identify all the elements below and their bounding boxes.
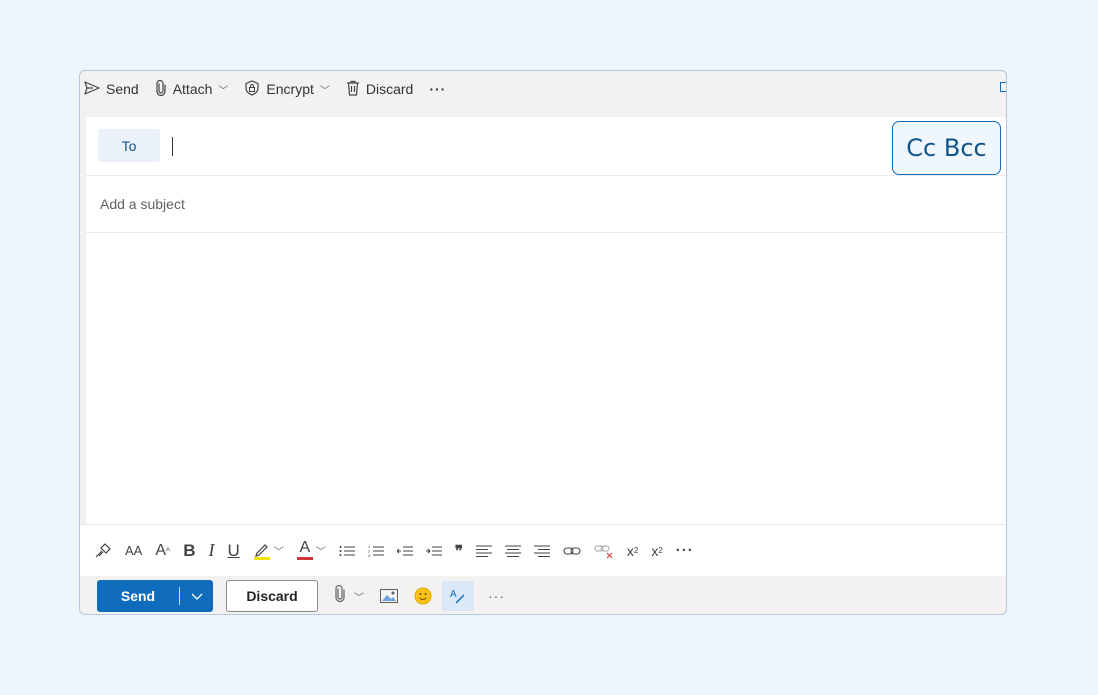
paperclip-icon bbox=[334, 584, 346, 608]
align-right-button[interactable] bbox=[533, 539, 550, 563]
to-button[interactable]: To bbox=[98, 129, 160, 162]
font-color-label: A bbox=[299, 539, 311, 556]
compose-card: To Cc Bcc bbox=[86, 117, 1006, 524]
chevron-down-icon: ﹀ bbox=[319, 85, 330, 97]
font-size-label: AA bbox=[125, 543, 143, 558]
superscript-button[interactable]: x2 bbox=[627, 539, 638, 563]
more-formatting-button[interactable]: ··· bbox=[676, 539, 694, 563]
font-color-button[interactable]: A ﹀ bbox=[296, 539, 326, 563]
send-top-label: Send bbox=[106, 81, 139, 97]
svg-text:3: 3 bbox=[368, 553, 371, 558]
bold-button[interactable]: B bbox=[183, 539, 195, 563]
paperclip-icon bbox=[155, 79, 167, 99]
send-divider bbox=[179, 587, 180, 605]
svg-text:A: A bbox=[450, 589, 457, 600]
more-actions-button[interactable]: ··· bbox=[488, 581, 505, 611]
send-top-button[interactable]: Send bbox=[84, 80, 139, 98]
superscript-label: x bbox=[626, 542, 634, 559]
cc-bcc-button[interactable]: Cc Bcc bbox=[892, 121, 1001, 175]
decrease-indent-button[interactable] bbox=[396, 539, 413, 563]
send-options-button[interactable] bbox=[180, 580, 213, 612]
send-split-button: Send bbox=[97, 580, 213, 612]
insert-picture-icon[interactable] bbox=[380, 581, 398, 611]
shield-lock-icon bbox=[244, 79, 260, 99]
encrypt-label: Encrypt bbox=[266, 81, 314, 97]
message-body[interactable] bbox=[86, 233, 1006, 523]
attach-file-button[interactable]: ﹀ bbox=[334, 581, 364, 611]
encrypt-button[interactable]: Encrypt ﹀ bbox=[244, 79, 330, 99]
remove-link-icon[interactable] bbox=[594, 539, 614, 563]
editor-icon[interactable]: A bbox=[442, 581, 474, 611]
font-color-icon: A bbox=[296, 539, 313, 560]
formatting-toolbar: AA A ^ B I U ﹀ A ﹀ 1 2 3 ❞ x 2 x 2 ··· bbox=[80, 524, 1006, 576]
chevron-down-icon: ﹀ bbox=[218, 85, 229, 97]
chevron-down-icon: ﹀ bbox=[354, 592, 364, 604]
to-field[interactable] bbox=[176, 127, 880, 165]
bullets-button[interactable] bbox=[339, 539, 355, 563]
subject-field[interactable] bbox=[98, 191, 902, 217]
numbering-button[interactable]: 123 bbox=[368, 539, 384, 563]
align-left-button[interactable] bbox=[475, 539, 492, 563]
quote-button[interactable]: ❞ bbox=[455, 539, 463, 563]
chevron-down-icon: ﹀ bbox=[273, 547, 284, 558]
emoji-icon[interactable] bbox=[414, 581, 432, 611]
caret-up-icon: ^ bbox=[166, 545, 171, 556]
align-center-button[interactable] bbox=[504, 539, 521, 563]
format-painter-icon[interactable] bbox=[94, 539, 112, 563]
grow-font-button[interactable]: A ^ bbox=[155, 539, 170, 563]
quote-label: ❞ bbox=[454, 542, 463, 560]
discard-button[interactable]: Discard bbox=[226, 580, 318, 612]
highlight-button[interactable]: ﹀ bbox=[253, 539, 284, 563]
subscript-label: x bbox=[651, 542, 659, 559]
increase-indent-button[interactable] bbox=[425, 539, 442, 563]
popout-icon[interactable] bbox=[1000, 82, 1006, 92]
attach-label: Attach bbox=[172, 81, 213, 97]
send-icon bbox=[84, 80, 100, 98]
to-row: To Cc Bcc bbox=[86, 117, 1006, 176]
chevron-down-icon: ﹀ bbox=[315, 547, 326, 558]
chevron-down-icon bbox=[191, 589, 203, 604]
text-caret bbox=[172, 137, 173, 156]
italic-button[interactable]: I bbox=[209, 539, 215, 563]
italic-label: I bbox=[208, 540, 215, 560]
insert-link-icon[interactable] bbox=[563, 539, 581, 563]
bold-label: B bbox=[183, 540, 196, 560]
subject-row bbox=[86, 175, 1006, 233]
underline-button[interactable]: U bbox=[228, 539, 240, 563]
compose-window: Send Attach ﹀ Encrypt ﹀ Discard ··· To C… bbox=[79, 70, 1007, 615]
more-options-button[interactable]: ··· bbox=[429, 81, 446, 97]
font-size-button[interactable]: AA bbox=[125, 539, 142, 563]
attach-button[interactable]: Attach ﹀ bbox=[155, 79, 229, 99]
discard-top-label: Discard bbox=[365, 81, 414, 97]
send-bar: Send Discard ﹀ A ··· bbox=[80, 576, 1006, 614]
underline-label: U bbox=[227, 540, 240, 560]
grow-font-label: A bbox=[155, 541, 167, 559]
top-toolbar: Send Attach ﹀ Encrypt ﹀ Discard ··· bbox=[80, 71, 1006, 107]
highlighter-icon bbox=[253, 541, 271, 561]
subscript-button[interactable]: x2 bbox=[651, 539, 662, 563]
trash-icon bbox=[346, 80, 360, 99]
send-button[interactable]: Send bbox=[97, 580, 179, 612]
discard-top-button[interactable]: Discard bbox=[346, 80, 413, 99]
